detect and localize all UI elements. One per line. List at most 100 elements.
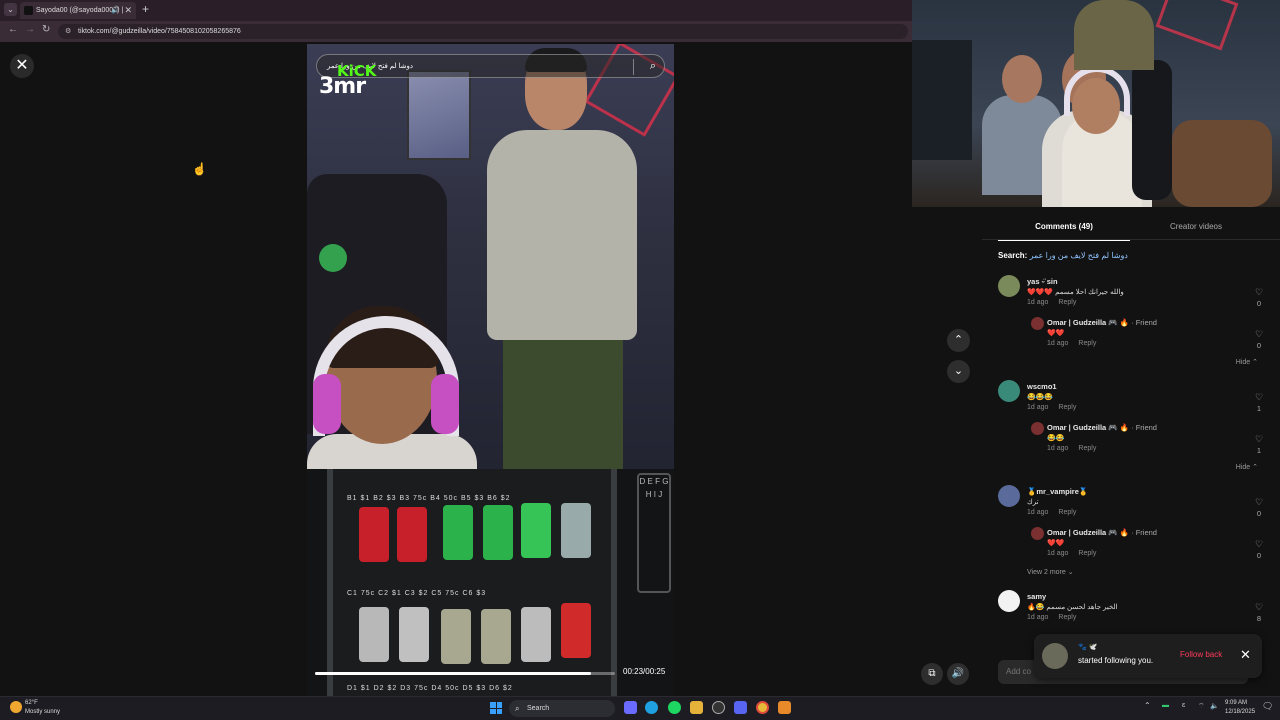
tiktok-favicon-icon: [24, 6, 33, 15]
person-standing: [1074, 0, 1154, 70]
language-indicator[interactable]: ɛ: [1182, 702, 1185, 709]
video-progress-fill: [315, 672, 591, 675]
can-green: [483, 505, 513, 560]
weather-sun-icon[interactable]: [10, 701, 22, 713]
reply-button[interactable]: Reply: [1078, 340, 1096, 347]
avatar[interactable]: [1031, 317, 1044, 330]
hide-replies-button[interactable]: Hide ⌃: [1236, 358, 1258, 366]
taskbar-search[interactable]: ⌕ Search: [509, 700, 615, 717]
comment-age: 1d ago: [1027, 509, 1049, 516]
clock-time[interactable]: 9:09 AM: [1225, 700, 1247, 706]
back-arrow-icon[interactable]: ←: [8, 24, 18, 35]
reply-user-name[interactable]: Omar | Gudzeilla 🎮 🔥: [1047, 423, 1129, 432]
reply-user-name[interactable]: Omar | Gudzeilla 🎮 🔥: [1047, 318, 1129, 327]
like-button[interactable]: ♡ 1: [1252, 434, 1266, 456]
can-red: [397, 507, 427, 562]
url-field[interactable]: ⚙ tiktok.com/@gudzeilla/video/7584508102…: [58, 24, 908, 39]
can-beige: [481, 609, 511, 664]
like-count: 0: [1256, 341, 1262, 350]
reply-button[interactable]: Reply: [1058, 614, 1076, 621]
reply-username[interactable]: Omar | Gudzeilla 🎮 🔥 · Friend: [1047, 423, 1157, 432]
search-query-link[interactable]: دوشا لم فتح لايف من ورا عمر: [1030, 251, 1128, 260]
video-time: 00:23/00:25: [623, 667, 666, 676]
avatar[interactable]: [1031, 527, 1044, 540]
tab-creator-videos[interactable]: Creator videos: [1130, 222, 1262, 239]
chrome-icon[interactable]: [756, 701, 769, 714]
network-icon[interactable]: ⌔: [1198, 702, 1205, 711]
avatar[interactable]: [998, 275, 1020, 297]
shelf-label-b: B1 $1 B2 $3 B3 75c B4 50c B5 $3 B6 $2: [347, 495, 511, 502]
comment-username[interactable]: 🥇mr_vampire🥇: [1027, 487, 1088, 496]
friend-tag: · Friend: [1131, 528, 1157, 537]
friend-tag: · Friend: [1131, 423, 1157, 432]
like-button[interactable]: ♡ 0: [1252, 329, 1266, 351]
picture-in-picture-button[interactable]: ⧉: [921, 663, 943, 685]
tab-list-button[interactable]: ⌄: [4, 3, 17, 16]
tray-chevron-up-icon[interactable]: ⌃: [1144, 701, 1151, 710]
app-icon[interactable]: [778, 701, 791, 714]
view-more-replies-button[interactable]: View 2 more ⌄: [1027, 568, 1074, 576]
search-icon[interactable]: ⌕: [650, 60, 656, 73]
notification-icon[interactable]: 🗨: [1262, 701, 1273, 712]
forward-arrow-icon[interactable]: →: [25, 24, 35, 35]
avatar[interactable]: [1042, 643, 1068, 669]
speaker-icon[interactable]: 🔈: [1210, 702, 1219, 710]
site-info-icon[interactable]: ⚙: [65, 24, 71, 39]
tab-title: Sayoda00 (@sayoda0001) |: [36, 7, 124, 14]
task-view-icon[interactable]: [624, 701, 637, 714]
man-pants: [503, 340, 623, 470]
weather-desc[interactable]: Mostly sunny: [25, 709, 60, 715]
file-explorer-icon[interactable]: [690, 701, 703, 714]
avatar[interactable]: [998, 380, 1020, 402]
comment-username[interactable]: samy: [1027, 592, 1046, 601]
toast-close-button[interactable]: ✕: [1240, 647, 1251, 663]
reply-username[interactable]: Omar | Gudzeilla 🎮 🔥 · Friend: [1047, 528, 1157, 537]
like-button[interactable]: ♡ 8: [1252, 602, 1266, 624]
follower-name[interactable]: 🐾 🕊️: [1078, 643, 1097, 651]
avatar[interactable]: [1031, 422, 1044, 435]
like-button[interactable]: ♡ 0: [1252, 287, 1266, 309]
browser-tab-bar: ⌄ Sayoda00 (@sayoda0001) | 🔊 ✕ +: [0, 0, 912, 21]
like-button[interactable]: ♡ 0: [1252, 539, 1266, 561]
discord-icon[interactable]: [734, 701, 747, 714]
reply-button[interactable]: Reply: [1058, 509, 1076, 516]
browser-tab[interactable]: Sayoda00 (@sayoda0001) | 🔊 ✕: [20, 2, 136, 19]
avatar[interactable]: [998, 590, 1020, 612]
reply-user-name[interactable]: Omar | Gudzeilla 🎮 🔥: [1047, 528, 1129, 537]
headphone-earcup-left: [313, 374, 341, 434]
windows-start-icon[interactable]: [490, 702, 502, 714]
app-icon[interactable]: [712, 701, 725, 714]
reply-button[interactable]: Reply: [1058, 404, 1076, 411]
follow-back-button[interactable]: Follow back: [1180, 650, 1222, 659]
tab-audio-icon[interactable]: 🔊: [111, 2, 120, 19]
previous-video-chevron-up-icon[interactable]: ⌃: [947, 329, 970, 352]
heart-icon: ♡: [1254, 602, 1264, 612]
reply-button[interactable]: Reply: [1078, 445, 1096, 452]
video-player[interactable]: B1 $1 B2 $3 B3 75c B4 50c B5 $3 B6 $2 C1…: [307, 44, 674, 696]
like-button[interactable]: ♡ 0: [1252, 497, 1266, 519]
reply-button[interactable]: Reply: [1058, 299, 1076, 306]
volume-button[interactable]: 🔊: [947, 663, 969, 685]
streamer-webcam-overlay: [912, 0, 1280, 207]
video-progress-bar[interactable]: [315, 672, 615, 675]
tray-app-icon[interactable]: ▬: [1162, 702, 1169, 709]
hide-replies-button[interactable]: Hide ⌃: [1236, 463, 1258, 471]
tab-close-button[interactable]: ✕: [124, 2, 132, 19]
next-video-chevron-down-icon[interactable]: ⌄: [947, 360, 970, 383]
spotify-icon[interactable]: [668, 701, 681, 714]
comment-username[interactable]: wscmo1: [1027, 382, 1057, 391]
comment-username[interactable]: yas ᵕ̈ sin: [1027, 277, 1058, 286]
reply-button[interactable]: Reply: [1078, 550, 1096, 557]
reply-meta: 1d ago Reply: [1047, 445, 1106, 452]
like-button[interactable]: ♡ 1: [1252, 392, 1266, 414]
clock-date[interactable]: 12/18/2025: [1225, 709, 1255, 715]
reload-icon[interactable]: ↻: [42, 24, 50, 35]
avatar[interactable]: [998, 485, 1020, 507]
edge-icon[interactable]: [645, 701, 658, 714]
weather-temp[interactable]: 62°F: [25, 700, 38, 706]
search-label: Search:: [998, 251, 1028, 260]
new-tab-button[interactable]: +: [142, 2, 149, 16]
reply-username[interactable]: Omar | Gudzeilla 🎮 🔥 · Friend: [1047, 318, 1157, 327]
close-video-button[interactable]: ✕: [10, 54, 34, 78]
comment-search-line[interactable]: Search: دوشا لم فتح لايف من ورا عمر: [998, 251, 1128, 260]
